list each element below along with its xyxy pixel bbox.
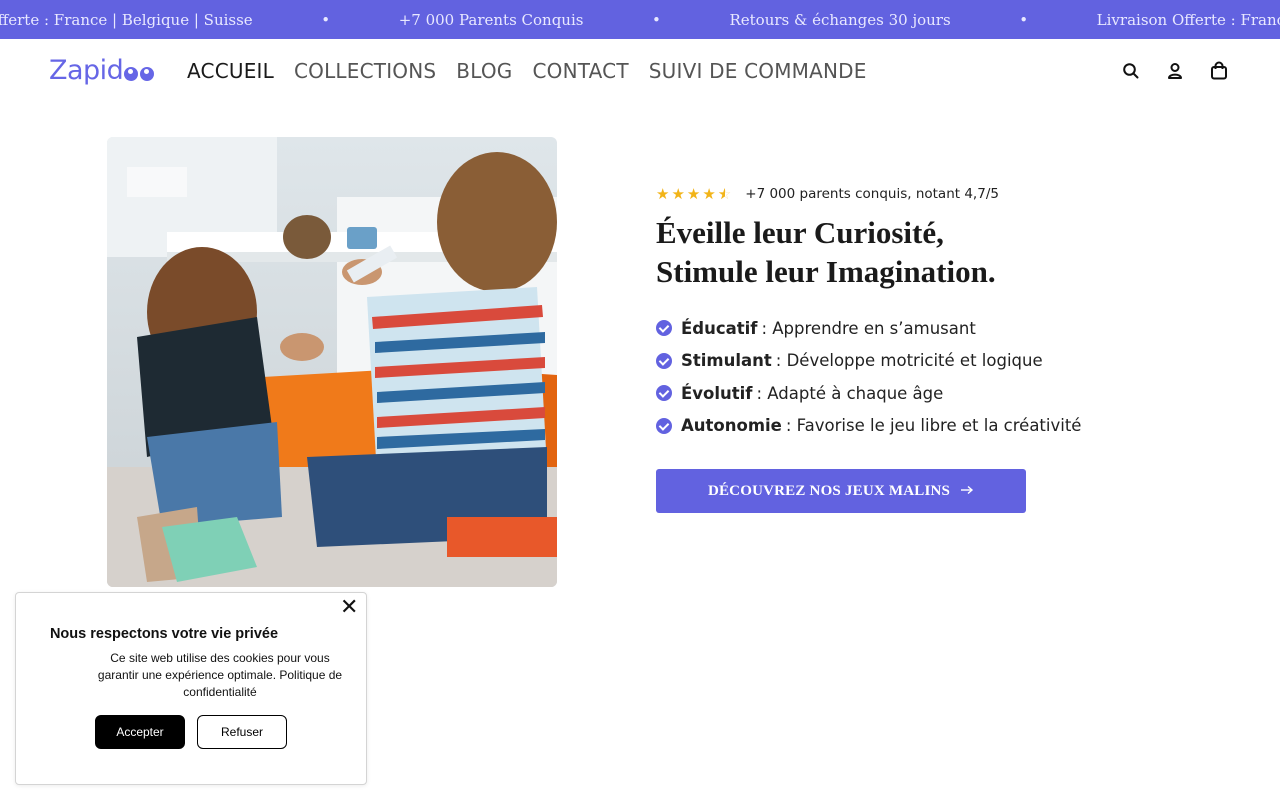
main-nav: ACCUEIL COLLECTIONS BLOG CONTACT SUIVI D…: [187, 59, 867, 83]
announcement-separator: •: [1019, 10, 1029, 29]
feature-item: Autonomie : Favorise le jeu libre et la …: [656, 410, 1081, 443]
announcement-separator: •: [652, 10, 661, 29]
announcement-item: Livraison Offerte : France | Belgique | …: [0, 10, 253, 29]
cookie-body: Ce site web utilise des cookies pour vou…: [97, 651, 343, 699]
rating-stars: ★ ★ ★ ★ ☆ ★: [656, 185, 731, 203]
hero-title-line-1: Éveille leur Curiosité,: [656, 215, 944, 250]
cookie-title: Nous respectons votre vie privée: [49, 626, 279, 642]
nav-item-blog[interactable]: BLOG: [456, 59, 512, 83]
star-icon: ★: [671, 185, 685, 203]
close-icon[interactable]: ✕: [340, 597, 358, 619]
cart-icon[interactable]: [1210, 61, 1228, 81]
feature-label: Éducatif: [681, 318, 758, 338]
hero-image: [107, 137, 557, 587]
nav-item-accueil[interactable]: ACCUEIL: [187, 59, 274, 83]
header-icons: [1122, 61, 1228, 81]
announcement-item: Livraison Offerte : France | Belgique | …: [1096, 10, 1280, 29]
nav-item-contact[interactable]: CONTACT: [533, 59, 629, 83]
feature-item: Éducatif : Apprendre en s’amusant: [656, 312, 1081, 345]
nav-item-collections[interactable]: COLLECTIONS: [294, 59, 436, 83]
site-header: Zapid ACCUEIL COLLECTIONS BLOG CONTACT S…: [0, 39, 1280, 105]
logo-text: Zapid: [49, 55, 124, 86]
feature-label: Autonomie: [681, 416, 782, 436]
cookie-consent-popup: ✕ Nous respectons votre vie privée Ce si…: [15, 592, 367, 785]
check-icon: [656, 385, 672, 402]
half-star-icon: ☆ ★: [717, 185, 732, 203]
check-icon: [656, 417, 672, 434]
hero-title: Éveille leur Curiosité, Stimule leur Ima…: [656, 213, 996, 291]
logo-eyes-icon: [124, 66, 155, 81]
refuse-cookies-button[interactable]: Refuser: [197, 715, 287, 749]
check-icon: [656, 320, 672, 337]
announcement-bar: Livraison Offerte : France | Belgique | …: [0, 0, 1280, 39]
feature-item: Évolutif : Adapté à chaque âge: [656, 377, 1081, 410]
rating-summary: ★ ★ ★ ★ ☆ ★ +7 000 parents conquis, nota…: [656, 185, 999, 203]
rating-text: +7 000 parents conquis, notant 4,7/5: [745, 186, 999, 202]
star-icon: ★: [686, 185, 701, 203]
accept-cookies-button[interactable]: Accepter: [95, 715, 185, 749]
star-icon: ★: [702, 185, 716, 203]
star-icon: ★: [656, 185, 670, 203]
search-icon[interactable]: [1122, 61, 1140, 81]
logo[interactable]: Zapid: [49, 55, 155, 86]
feature-text: : Apprendre en s’amusant: [761, 318, 976, 338]
feature-list: Éducatif : Apprendre en s’amusant Stimul…: [656, 312, 1081, 442]
announcement-item: Retours & échanges 30 jours: [729, 10, 951, 29]
nav-item-suivi-de-commande[interactable]: SUIVI DE COMMANDE: [649, 59, 867, 83]
check-icon: [656, 352, 672, 369]
feature-text: : Adapté à chaque âge: [756, 383, 944, 403]
announcement-track: Livraison Offerte : France | Belgique | …: [0, 0, 1280, 39]
account-icon[interactable]: [1166, 61, 1184, 81]
feature-label: Évolutif: [681, 383, 753, 403]
feature-text: : Développe motricité et logique: [775, 351, 1043, 371]
feature-text: : Favorise le jeu libre et la créativité: [785, 416, 1082, 436]
hero-title-line-2: Stimule leur Imagination.: [656, 254, 996, 289]
feature-item: Stimulant : Développe motricité et logiq…: [656, 345, 1081, 378]
announcement-separator: •: [321, 10, 331, 29]
feature-label: Stimulant: [681, 351, 772, 371]
arrow-right-icon: [960, 483, 974, 500]
announcement-item: +7 000 Parents Conquis: [398, 10, 584, 29]
discover-games-button[interactable]: DÉCOUVREZ NOS JEUX MALINS: [656, 469, 1026, 513]
cta-label: DÉCOUVREZ NOS JEUX MALINS: [707, 482, 951, 499]
